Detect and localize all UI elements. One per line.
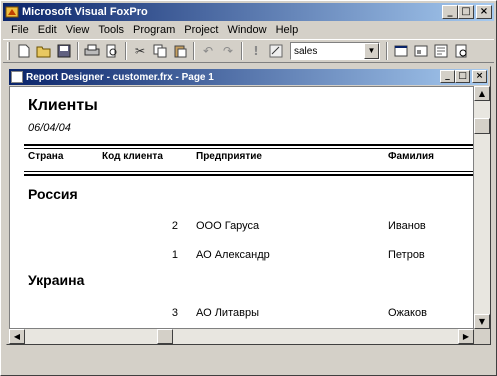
report-date: 06/04/04	[28, 122, 71, 134]
database-combo[interactable]: sales ▼	[290, 42, 380, 60]
form-wizard-icon[interactable]	[431, 41, 451, 61]
vertical-scroll-thumb[interactable]	[474, 118, 490, 134]
report-title: Клиенты	[28, 97, 98, 114]
report-designer-window: Report Designer - customer.frx - Page 1 …	[6, 66, 491, 345]
report-designer-titlebar[interactable]: Report Designer - customer.frx - Page 1 …	[9, 69, 488, 85]
horizontal-scrollbar[interactable]: ◀ ▶	[9, 329, 474, 344]
cell-lastname: Петров	[388, 249, 425, 261]
header-bottom-rule	[24, 171, 473, 172]
cell-company: ООО Гаруса	[196, 220, 260, 232]
close-button[interactable]: ×	[476, 5, 492, 19]
paste-icon[interactable]	[170, 41, 190, 61]
database-combo-value: sales	[294, 45, 318, 57]
header-code: Код клиента	[102, 151, 163, 162]
print-preview-icon[interactable]	[102, 41, 122, 61]
scroll-left-icon[interactable]: ◀	[9, 329, 25, 344]
save-icon[interactable]	[54, 41, 74, 61]
cell-code: 1	[171, 249, 178, 261]
toolbar-separator	[386, 42, 388, 60]
header-bottom-rule-outer	[24, 174, 473, 176]
report-preview-canvas: Клиенты 06/04/04 Страна Код клиента Пред…	[9, 86, 474, 329]
scrollbar-corner	[474, 329, 490, 344]
menu-help[interactable]: Help	[272, 24, 304, 36]
group-name: Украина	[28, 272, 85, 288]
header-lastname: Фамилия	[388, 151, 434, 162]
command-window-icon[interactable]	[391, 41, 411, 61]
vertical-scrollbar[interactable]: ▲ ▼	[474, 86, 490, 329]
scroll-up-icon[interactable]: ▲	[474, 86, 490, 101]
menu-edit[interactable]: Edit	[34, 24, 62, 36]
cell-company: АО Литавры	[196, 307, 259, 319]
horizontal-scroll-thumb[interactable]	[157, 329, 173, 344]
toolbar-separator	[193, 42, 195, 60]
child-close-button[interactable]: ×	[472, 70, 487, 83]
report-icon	[11, 71, 23, 83]
report-designer-title: Report Designer - customer.frx - Page 1	[26, 71, 214, 83]
header-country: Страна	[28, 151, 64, 162]
app-title: Microsoft Visual FoxPro	[22, 6, 148, 18]
cell-lastname: Ожаков	[388, 307, 427, 319]
undo-icon[interactable]: ↶	[198, 41, 218, 61]
app-titlebar[interactable]: Microsoft Visual FoxPro _ □ ×	[3, 3, 494, 21]
menu-window[interactable]: Window	[223, 24, 271, 36]
foxpro-icon	[5, 5, 19, 19]
open-folder-icon[interactable]	[34, 41, 54, 61]
toolbar-separator	[125, 42, 127, 60]
print-icon[interactable]	[82, 41, 102, 61]
header-top-rule-inner	[24, 148, 473, 149]
modify-form-icon[interactable]	[266, 41, 286, 61]
header-company: Предприятие	[196, 151, 262, 162]
scroll-down-icon[interactable]: ▼	[474, 314, 490, 329]
minimize-button[interactable]: _	[442, 5, 458, 19]
menu-file[interactable]: File	[7, 24, 34, 36]
menu-view[interactable]: View	[62, 24, 95, 36]
toolbar-grip[interactable]	[7, 42, 10, 60]
toolbar-separator	[241, 42, 243, 60]
header-top-rule	[24, 144, 473, 146]
standard-toolbar: ✂ ↶ ↷ ! sales ▼	[3, 39, 494, 63]
foxpro-window: Microsoft Visual FoxPro _ □ × File Edit …	[0, 0, 497, 376]
group-name: Россия	[28, 186, 78, 202]
report-wizard-icon[interactable]	[451, 41, 471, 61]
view-window-icon[interactable]	[411, 41, 431, 61]
menu-project[interactable]: Project	[180, 24, 223, 36]
menu-program[interactable]: Program	[129, 24, 180, 36]
cell-code: 3	[171, 307, 178, 319]
maximize-button[interactable]: □	[458, 5, 474, 19]
scroll-right-icon[interactable]: ▶	[458, 329, 474, 344]
child-minimize-button[interactable]: _	[440, 70, 455, 83]
cut-icon[interactable]: ✂	[130, 41, 150, 61]
cell-code: 2	[171, 220, 178, 232]
cell-lastname: Иванов	[388, 220, 426, 232]
toolbar-separator	[77, 42, 79, 60]
new-file-icon[interactable]	[14, 41, 34, 61]
chevron-down-icon[interactable]: ▼	[364, 43, 379, 59]
run-icon[interactable]: !	[246, 41, 266, 61]
child-maximize-button[interactable]: □	[455, 70, 470, 83]
cell-company: АО Александр	[196, 249, 270, 261]
menu-tools[interactable]: Tools	[94, 24, 129, 36]
menu-bar: File Edit View Tools Program Project Win…	[3, 21, 494, 39]
copy-icon[interactable]	[150, 41, 170, 61]
redo-icon[interactable]: ↷	[218, 41, 238, 61]
